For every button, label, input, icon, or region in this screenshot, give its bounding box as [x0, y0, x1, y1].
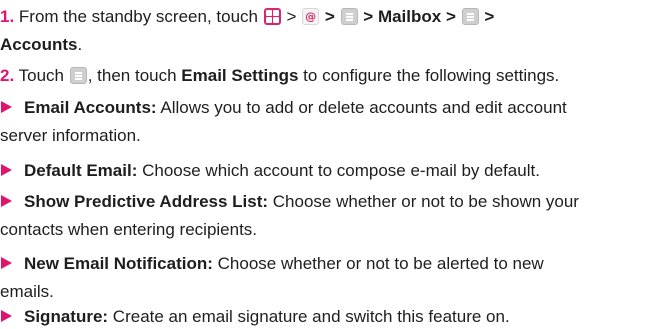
separator: >: [363, 7, 374, 26]
menu-icon: [69, 67, 87, 84]
bullet-arrow-icon: [1, 164, 12, 176]
bullet-text: Choose which account to compose e-mail b…: [142, 161, 540, 180]
step-1-end: .: [77, 35, 83, 54]
bullet-new-email-notification: New Email Notification: Choose whether o…: [24, 253, 544, 275]
step-2-text: Touch: [18, 66, 64, 85]
bullet-continuation: emails.: [0, 282, 54, 301]
step-1-line-1: 1. From the standby screen, touch > @ > …: [0, 6, 494, 28]
email-app-icon: @: [302, 8, 320, 25]
bullet-text: Choose whether or not to be shown your: [272, 192, 579, 211]
separator: >: [286, 7, 297, 26]
bullet-title: New Email Notification:: [24, 254, 213, 273]
bullet-predictive-address: Show Predictive Address List: Choose whe…: [24, 191, 579, 213]
step-number: 1.: [0, 7, 15, 26]
step-2-line: 2. Touch , then touch Email Settings to …: [0, 65, 559, 87]
bullet-text: Create an email signature and switch thi…: [112, 307, 510, 326]
step-1-text: From the standby screen, touch: [18, 7, 258, 26]
bullet-continuation: contacts when entering recipients.: [0, 220, 258, 239]
menu-icon: [461, 8, 479, 25]
bullet-title: Email Accounts:: [24, 98, 157, 117]
bullet-arrow-icon: [1, 257, 12, 269]
bullet-text: Allows you to add or delete accounts and…: [160, 98, 567, 117]
separator: >: [324, 7, 335, 26]
bullet-signature: Signature: Create an email signature and…: [24, 306, 510, 328]
menu-icon: [340, 8, 358, 25]
mailbox-label: Mailbox: [377, 7, 442, 26]
step-1-line-2: Accounts.: [0, 34, 82, 56]
email-settings-label: Email Settings: [181, 66, 299, 85]
bullet-arrow-icon: [1, 310, 12, 322]
bullet-title: Signature:: [24, 307, 109, 326]
separator: >: [484, 7, 495, 26]
manual-page: 1. From the standby screen, touch > @ > …: [0, 0, 668, 329]
step-2-post: to configure the following settings.: [303, 66, 560, 85]
apps-grid-icon: [263, 8, 281, 25]
step-number: 2.: [0, 66, 15, 85]
bullet-email-accounts: Email Accounts: Allows you to add or del…: [24, 97, 567, 119]
bullet-title: Show Predictive Address List:: [24, 192, 269, 211]
bullet-arrow-icon: [1, 101, 12, 113]
bullet-title: Default Email:: [24, 161, 138, 180]
accounts-label: Accounts: [0, 35, 78, 54]
step-2-mid: , then touch: [87, 66, 177, 85]
bullet-default-email: Default Email: Choose which account to c…: [24, 160, 540, 182]
bullet-continuation: server information.: [0, 126, 141, 145]
separator: >: [445, 7, 456, 26]
bullet-text: Choose whether or not to be alerted to n…: [217, 254, 544, 273]
bullet-arrow-icon: [1, 195, 12, 207]
